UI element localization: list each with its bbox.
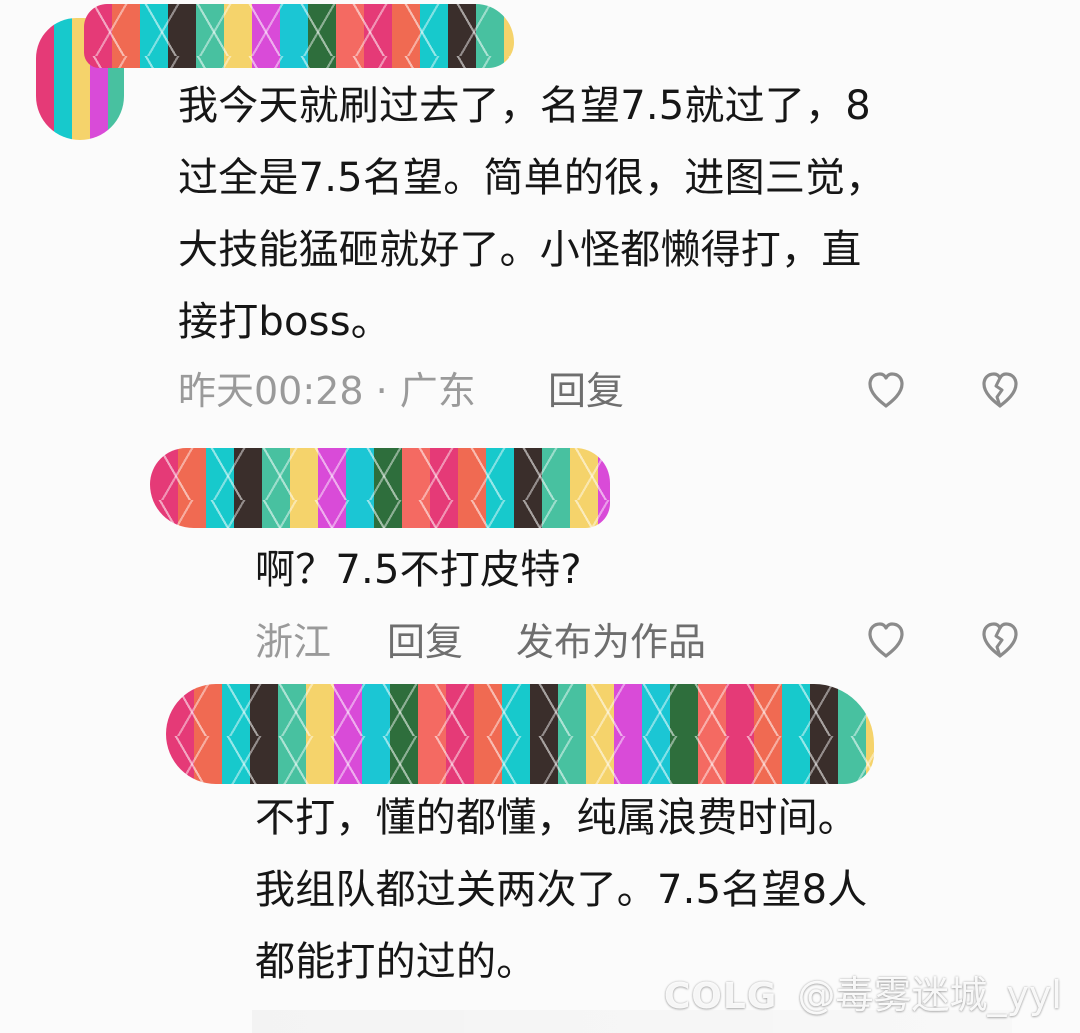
redacted-username-3 xyxy=(166,684,874,784)
comment-2-text: 啊？7.5不打皮特? xyxy=(255,547,582,593)
broken-heart-icon[interactable] xyxy=(976,366,1024,414)
heart-outline-icon[interactable] xyxy=(862,366,910,414)
comment-thread: 我今天就刷过去了，名望7.5就过了，8 过全是7.5名望。简单的很，进图三觉， … xyxy=(0,0,1080,1033)
comment-1-reply-button[interactable]: 回复 xyxy=(548,369,624,413)
watermark-handle: @毒雾迷城_yyl xyxy=(797,973,1062,1017)
comment-1-text: 我今天就刷过去了，名望7.5就过了，8 过全是7.5名望。简单的很，进图三觉， … xyxy=(178,83,886,345)
watermark-brand: COLG xyxy=(663,976,778,1017)
comment-2-publish-button[interactable]: 发布为作品 xyxy=(516,620,706,664)
comment-2-reply-button[interactable]: 回复 xyxy=(387,620,463,664)
watermark: COLG @毒雾迷城_yyl xyxy=(664,973,1062,1019)
redacted-username-2 xyxy=(150,448,610,528)
heart-outline-icon[interactable] xyxy=(862,616,910,664)
comment-1-meta: 昨天00:28 · 广东 xyxy=(178,369,476,413)
broken-heart-icon[interactable] xyxy=(976,616,1024,664)
comment-3-text: 不打，懂的都懂，纯属浪费时间。 我组队都过关两次了。7.5名望8人 都能打的过的… xyxy=(255,795,868,985)
redacted-username-1 xyxy=(84,4,514,68)
comment-2-meta: 浙江 xyxy=(255,620,332,664)
